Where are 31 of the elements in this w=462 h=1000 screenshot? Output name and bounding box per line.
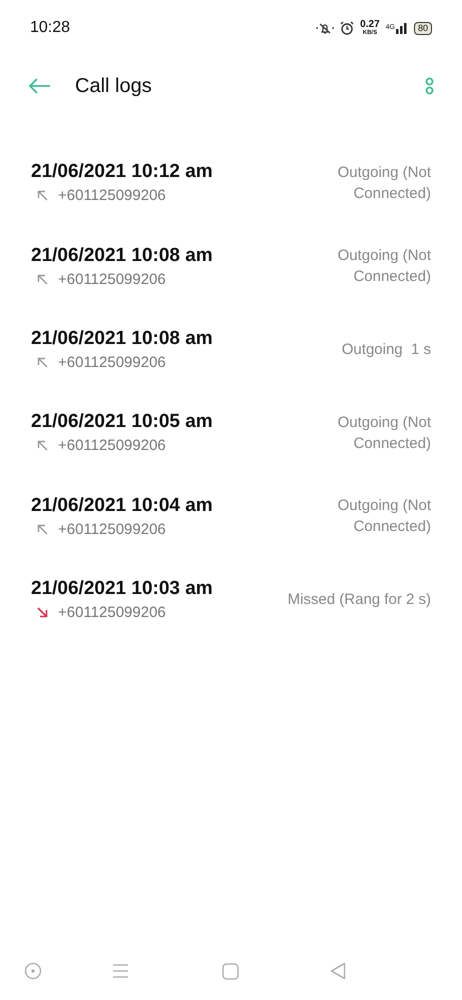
phone-number: +601125099206 (58, 437, 166, 454)
call-datetime: 21/06/2021 10:08 am (31, 328, 214, 350)
alarm-icon (340, 21, 354, 35)
screen-title: Call logs (75, 74, 153, 98)
phone-number: +601125099206 (58, 604, 166, 622)
phone-number: +601125099206 (58, 354, 166, 371)
menu-icon[interactable] (112, 963, 129, 979)
more-options-icon[interactable] (425, 77, 434, 95)
call-status: Outgoing (Not Connected) (336, 246, 431, 288)
call-status: Outgoing (Not Connected) (336, 162, 431, 204)
back-arrow-icon[interactable] (28, 78, 51, 94)
network-speed: 0.27 (360, 20, 380, 30)
call-status: Outgoing (Not Connected) (336, 412, 431, 454)
signal-icon (396, 22, 408, 34)
call-datetime: 21/06/2021 10:08 am (31, 244, 214, 267)
call-datetime: 21/06/2021 10:05 am (31, 411, 214, 434)
call-datetime: 21/06/2021 10:04 am (31, 494, 214, 517)
phone-number: +601125099206 (58, 520, 166, 538)
status-time: 10:28 (30, 19, 72, 37)
phone-number: +601125099206 (58, 270, 166, 288)
call-status: Outgoing 1 s (342, 340, 431, 360)
call-datetime: 21/06/2021 10:03 am (31, 578, 214, 600)
phone-number: +601125099206 (58, 187, 166, 204)
battery-level: 80 (414, 22, 432, 34)
call-status: Missed (Rang for 2 s) (288, 590, 431, 610)
back-icon[interactable] (330, 962, 346, 980)
call-status: Outgoing (Not Connected) (336, 496, 431, 538)
bell-off-icon (316, 21, 334, 35)
home-icon[interactable] (222, 962, 239, 980)
assistant-icon[interactable] (24, 962, 42, 980)
call-datetime: 21/06/2021 10:12 am (31, 161, 214, 184)
